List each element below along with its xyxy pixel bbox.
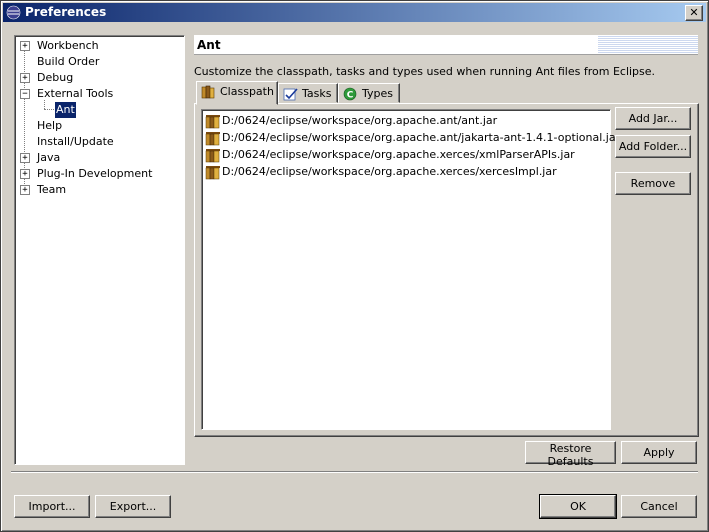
tab-label: Tasks xyxy=(302,87,332,100)
checkmark-icon xyxy=(283,88,298,101)
separator xyxy=(11,471,698,473)
books-icon xyxy=(201,85,215,99)
tab-types[interactable]: C Types xyxy=(338,83,400,103)
page-description: Customize the classpath, tasks and types… xyxy=(194,65,656,78)
page-title: Ant xyxy=(194,35,698,55)
expand-icon[interactable]: + xyxy=(20,153,30,163)
remove-button[interactable]: Remove xyxy=(615,172,691,195)
expand-icon[interactable]: + xyxy=(20,169,30,179)
svg-text:C: C xyxy=(347,91,354,101)
tree-item-label: External Tools xyxy=(37,87,114,100)
tree-item-label: Plug-In Development xyxy=(37,167,153,180)
apply-button[interactable]: Apply xyxy=(621,441,697,464)
import-button[interactable]: Import... xyxy=(14,495,90,518)
title-bar[interactable]: Preferences ✕ xyxy=(3,3,706,22)
list-item-label: D:/0624/eclipse/workspace/org.apache.xer… xyxy=(222,148,575,161)
jar-icon xyxy=(205,165,220,179)
list-item-label: D:/0624/eclipse/workspace/org.apache.ant… xyxy=(222,114,498,127)
list-item[interactable]: D:/0624/eclipse/workspace/org.apache.ant… xyxy=(205,129,620,146)
list-item[interactable]: D:/0624/eclipse/workspace/org.apache.xer… xyxy=(205,146,575,163)
tree-item-label: Ant xyxy=(54,101,77,119)
close-icon: ✕ xyxy=(689,6,699,19)
page-title-text: Ant xyxy=(197,38,221,52)
tree-item-label: Help xyxy=(37,119,63,132)
window-title: Preferences xyxy=(25,5,107,19)
add-folder-button[interactable]: Add Folder... xyxy=(615,135,691,158)
jar-icon xyxy=(205,148,220,162)
tab-label: Classpath xyxy=(220,85,274,98)
preferences-tree[interactable]: + Workbench Build Order + Debug − Extern… xyxy=(14,35,185,465)
tab-tasks[interactable]: Tasks xyxy=(278,83,338,103)
tree-item-label: Java xyxy=(37,151,61,164)
cancel-button[interactable]: Cancel xyxy=(621,495,697,518)
tree-guide-line xyxy=(44,109,54,110)
close-button[interactable]: ✕ xyxy=(685,5,703,21)
ok-button[interactable]: OK xyxy=(539,494,617,519)
list-item[interactable]: D:/0624/eclipse/workspace/org.apache.xer… xyxy=(205,163,557,180)
tab-classpath[interactable]: Classpath xyxy=(196,81,278,105)
tree-item-label: Workbench xyxy=(37,39,99,52)
jar-icon xyxy=(205,131,220,145)
list-item-label: D:/0624/eclipse/workspace/org.apache.ant… xyxy=(222,131,621,144)
class-c-icon: C xyxy=(343,87,357,101)
tree-item-label: Install/Update xyxy=(37,135,114,148)
export-button[interactable]: Export... xyxy=(95,495,171,518)
classpath-list[interactable]: D:/0624/eclipse/workspace/org.apache.ant… xyxy=(201,109,620,430)
list-item-label: D:/0624/eclipse/workspace/org.apache.xer… xyxy=(222,165,557,178)
eclipse-icon xyxy=(6,5,21,20)
expand-icon[interactable]: + xyxy=(20,73,30,83)
title-decoration xyxy=(598,35,698,54)
add-jar-button[interactable]: Add Jar... xyxy=(615,107,691,130)
tree-item-label: Team xyxy=(37,183,67,196)
tree-item-label: Build Order xyxy=(37,55,100,68)
expand-icon[interactable]: + xyxy=(20,41,30,51)
expand-icon[interactable]: + xyxy=(20,185,30,195)
tree-item-label: Debug xyxy=(37,71,74,84)
collapse-icon[interactable]: − xyxy=(20,89,30,99)
restore-defaults-button[interactable]: Restore Defaults xyxy=(525,441,616,468)
tab-label: Types xyxy=(362,87,393,100)
jar-icon xyxy=(205,114,220,128)
preferences-window: Preferences ✕ + Workbench Build Order + … xyxy=(0,0,709,532)
list-item[interactable]: D:/0624/eclipse/workspace/org.apache.ant… xyxy=(205,112,497,129)
